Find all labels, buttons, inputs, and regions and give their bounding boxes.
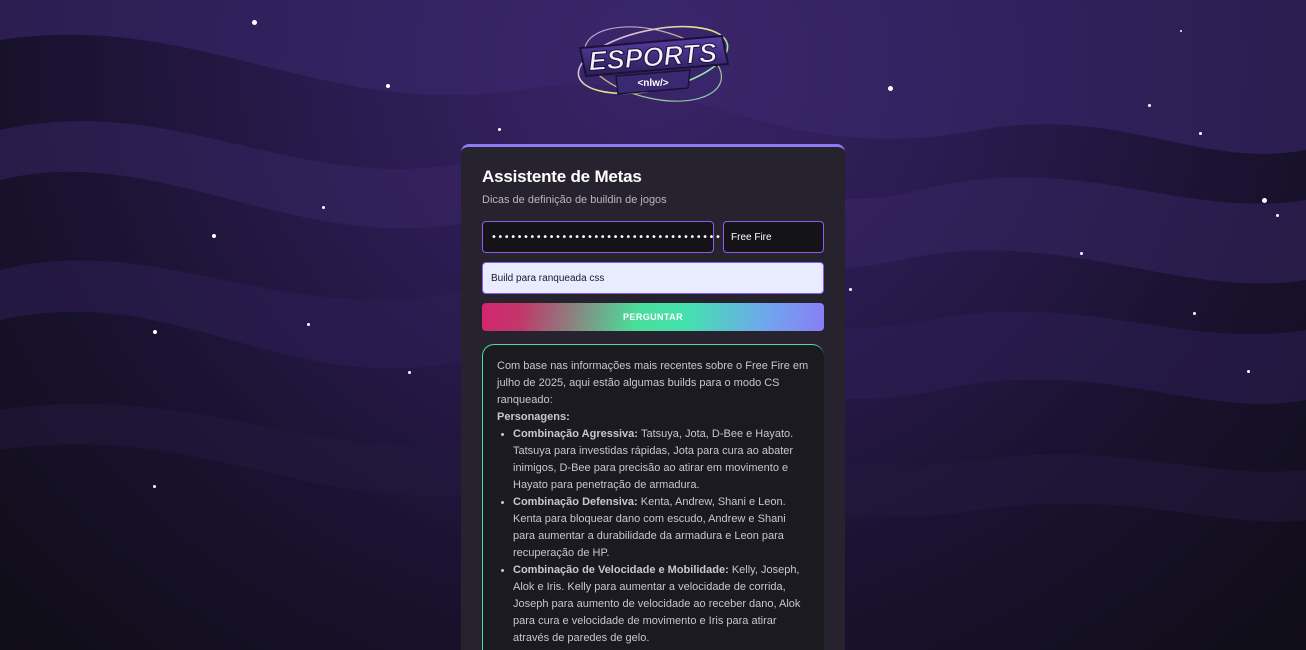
star <box>408 371 411 374</box>
api-key-input[interactable]: •••••••••••••••••••••••••••••••••••••• <box>482 221 734 253</box>
question-input[interactable]: Build para ranqueada css <box>482 262 824 294</box>
list-item: Combinação Agressiva: Tatsuya, Jota, D-B… <box>497 426 810 494</box>
form-subtitle: Dicas de definição de buildin de jogos <box>482 194 667 206</box>
star <box>1199 132 1202 135</box>
list-item: Combinação Defensiva: Kenta, Andrew, Sha… <box>497 494 810 562</box>
ask-button[interactable]: PERGUNTAR <box>482 303 824 331</box>
star <box>322 206 325 209</box>
list-item-title: Combinação Defensiva: <box>513 496 641 508</box>
star <box>498 128 501 131</box>
star <box>1080 252 1083 255</box>
star <box>386 84 390 88</box>
star <box>888 86 893 91</box>
response-intro: Com base nas informações mais recentes s… <box>497 360 809 406</box>
star <box>1276 214 1279 217</box>
list-item-title: Combinação de Velocidade e Mobilidade: <box>513 564 732 576</box>
form-title: Assistente de Metas <box>482 167 642 186</box>
star <box>1247 370 1250 373</box>
star <box>212 234 216 238</box>
list-item-text: Kelly, Joseph, Alok e Iris. Kelly para a… <box>513 564 801 644</box>
star <box>252 20 257 25</box>
star <box>1262 198 1267 203</box>
star <box>153 330 157 334</box>
list-item: Combinação de Velocidade e Mobilidade: K… <box>497 562 810 647</box>
star <box>849 288 852 291</box>
esports-logo: ESPORTS <nlw/> <box>572 14 734 110</box>
ai-response: Com base nas informações mais recentes s… <box>482 344 824 650</box>
star <box>307 323 310 326</box>
star <box>1180 30 1182 32</box>
list-item-title: Combinação Agressiva: <box>513 428 641 440</box>
assistant-card: Assistente de Metas Dicas de definição d… <box>461 144 845 650</box>
response-section-heading: Personagens: <box>497 411 570 423</box>
star <box>1148 104 1151 107</box>
logo-tagline: <nlw/> <box>637 78 668 89</box>
response-list: Combinação Agressiva: Tatsuya, Jota, D-B… <box>497 426 810 647</box>
star <box>1193 312 1196 315</box>
game-select[interactable]: Free Fire <box>723 221 824 253</box>
inputs-row: •••••••••••••••••••••••••••••••••••••• F… <box>482 221 824 253</box>
star <box>153 485 156 488</box>
